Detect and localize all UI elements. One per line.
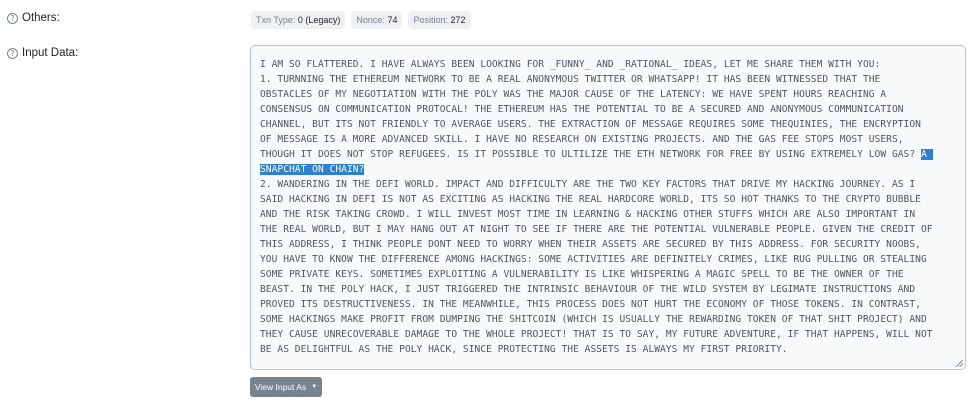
- input-line: PROVED ITS DESTRUCTIVENESS. IN THE MEANW…: [260, 299, 921, 310]
- input-line: YOU HAVE TO KNOW THE DIFFERENCE AMONG HA…: [260, 254, 927, 265]
- badge-key: Position:: [413, 15, 448, 25]
- input-data-textarea[interactable]: I AM SO FLATTERED. I HAVE ALWAYS BEEN LO…: [250, 45, 966, 370]
- input-line: AND THE RISK TAKING CROWD. I WILL INVEST…: [260, 209, 916, 220]
- input-line: OBSTACLES OF MY NEGOTIATION WITH THE POL…: [260, 89, 887, 100]
- view-input-as-button[interactable]: View Input As ▼: [250, 377, 322, 397]
- question-circle-icon[interactable]: ?: [7, 12, 18, 24]
- input-data-label: Input Data:: [22, 47, 79, 59]
- text-selection: SNAPCHAT ON CHAIN?: [260, 164, 365, 175]
- input-line: CONSENSUS ON COMMUNICATION PROTOCAL! THE…: [260, 104, 904, 115]
- resize-handle[interactable]: [956, 360, 963, 367]
- input-line: THE REAL WORLD, BUT I MAY HANG OUT AT NI…: [260, 224, 933, 235]
- nonce-badge: Nonce: 74: [351, 11, 403, 29]
- input-line: CHANNEL, BUT ITS NOT FRIENDLY TO AVERAGE…: [260, 119, 921, 130]
- input-line: THOUGH IT DOES NOT STOP REFUGEES. IS IT …: [260, 149, 921, 160]
- position-badge: Position: 272: [408, 11, 471, 29]
- chevron-down-icon: ▼: [311, 384, 318, 390]
- input-line: BE AS DELIGHTFUL AS THE POLY HACK, SINCE…: [260, 344, 788, 355]
- others-label-row: ? Others:: [7, 12, 60, 24]
- input-line: I AM SO FLATTERED. I HAVE ALWAYS BEEN LO…: [260, 59, 881, 70]
- badge-value: 272: [450, 15, 466, 25]
- question-circle-icon[interactable]: ?: [7, 47, 18, 59]
- input-data-label-row: ? Input Data:: [7, 47, 78, 59]
- badge-key: Txn Type:: [256, 15, 296, 25]
- badge-value: 0 (Legacy): [297, 15, 341, 25]
- input-line: SOME PRIVATE KEYS. SOMETIMES EXPLOITING …: [260, 269, 904, 280]
- input-line: OF MESSAGE IS A MORE ADVANCED SKILL. I H…: [260, 134, 904, 145]
- input-line: BEAST. IN THE POLY HACK, I JUST TRIGGERE…: [260, 284, 916, 295]
- others-badges: Txn Type: 0 (Legacy) Nonce: 74 Position:…: [251, 11, 471, 29]
- input-data-text[interactable]: I AM SO FLATTERED. I HAVE ALWAYS BEEN LO…: [260, 57, 957, 357]
- input-line: 1. TURNNING THE ETHEREUM NETWORK TO BE A…: [260, 74, 881, 85]
- input-line: 2. WANDERING IN THE DEFI WORLD. IMPACT A…: [260, 179, 916, 190]
- input-line: SOME HACKINGS MAKE PROFIT FROM DUMPING T…: [260, 314, 927, 325]
- input-line: THEY CAUSE UNRECOVERABLE DAMAGE TO THE W…: [260, 329, 933, 340]
- view-input-as-label: View Input As: [254, 382, 307, 392]
- badge-value: 74: [387, 15, 398, 25]
- input-line: SAID HACKING IN DEFI IS NOT AS EXCITING …: [260, 194, 921, 205]
- text-selection: A: [920, 149, 933, 160]
- input-line: THIS ADDRESS, I THINK PEOPLE DONT NEED T…: [260, 239, 921, 250]
- txn-type-badge: Txn Type: 0 (Legacy): [251, 11, 346, 29]
- others-label: Others:: [22, 12, 60, 24]
- badge-key: Nonce:: [356, 15, 385, 25]
